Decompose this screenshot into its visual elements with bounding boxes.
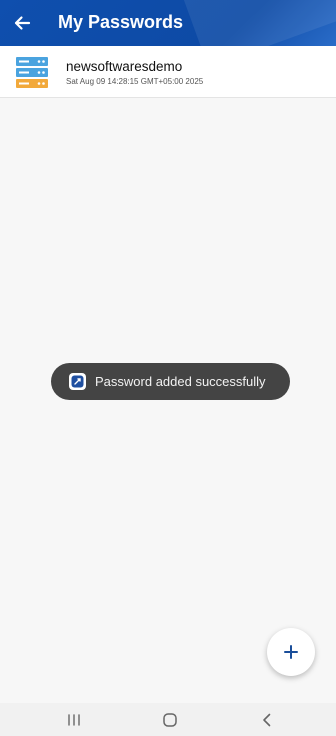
system-back-button[interactable] — [257, 711, 277, 729]
system-nav-bar — [0, 703, 336, 736]
page-title: My Passwords — [58, 12, 184, 32]
app-icon — [69, 373, 86, 390]
server-icon — [16, 57, 48, 88]
back-chevron-icon — [263, 713, 271, 727]
toast-text: Password added successfully — [95, 374, 266, 389]
toast-message: Password added successfully — [51, 363, 290, 400]
password-date: Sat Aug 09 14:28:15 GMT+05:00 2025 — [66, 77, 204, 86]
screen: My Passwords newsoftwaresdemo Sat Aug 09… — [0, 0, 336, 736]
home-icon — [163, 713, 177, 727]
recents-icon — [68, 714, 80, 726]
back-button[interactable] — [8, 9, 36, 37]
app-bar: My Passwords — [0, 0, 336, 46]
home-button[interactable] — [160, 711, 180, 729]
recents-button[interactable] — [64, 711, 84, 729]
password-list-item[interactable]: newsoftwaresdemo Sat Aug 09 14:28:15 GMT… — [0, 46, 336, 98]
arrow-left-icon — [14, 16, 31, 30]
plus-icon — [284, 645, 298, 659]
password-name: newsoftwaresdemo — [66, 59, 183, 74]
add-password-button[interactable] — [267, 628, 315, 676]
